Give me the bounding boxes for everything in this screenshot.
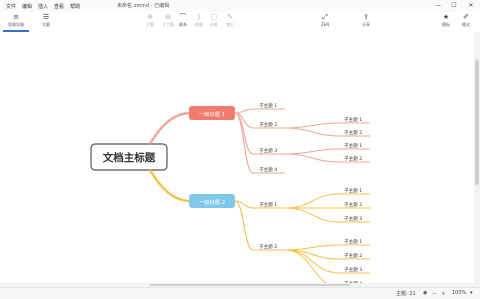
- leaf-connector: [284, 122, 341, 129]
- leaf-label: 子主题 3: [344, 215, 362, 222]
- leaf-connector: [284, 148, 341, 155]
- branch-2-label: 一级标题 2: [199, 198, 225, 206]
- zen-icon: ⤢: [322, 13, 328, 21]
- leaf-topic-2-2-1[interactable]: 子主题 1: [340, 238, 370, 246]
- subtopic-label: 子主题 2: [259, 243, 277, 250]
- brush-icon: ✐: [463, 13, 469, 21]
- subtopic-1-2[interactable]: 子主题 2: [253, 121, 285, 129]
- toolbar: ≡ 思维导图 ☰ 大纲 ⊕ 主题 ⊞ 子主题 ⌒ 联系 } 概要 ▢ 外框 ✎ …: [0, 12, 480, 33]
- leaf-topic-2-2-3[interactable]: 子主题 3: [340, 266, 370, 274]
- subtopic-label: 子主题 4: [259, 166, 277, 173]
- menu-view[interactable]: 查看: [54, 3, 64, 10]
- leaf-topic-1-3-2[interactable]: 子主题 2: [340, 155, 370, 163]
- leaf-label: 子主题 2: [344, 129, 362, 136]
- tab-outline[interactable]: ☰ 大纲: [34, 13, 58, 28]
- subtopic-label: 子主题 1: [259, 102, 277, 109]
- leaf-topic-2-2-2[interactable]: 子主题 2: [340, 252, 370, 260]
- vertical-scroll-thumb[interactable]: [475, 60, 479, 185]
- list-icon: ☰: [42, 13, 50, 21]
- leaf-label: 子主题 2: [344, 201, 362, 208]
- note-button[interactable]: ✎ 笔记: [218, 13, 242, 28]
- menu-insert[interactable]: 插入: [38, 3, 48, 10]
- leaf-connector: [284, 207, 341, 223]
- status-bar: 主题: 21 ◉ － ＋ 100% ▾: [0, 287, 480, 299]
- minimize-button[interactable]: —: [430, 0, 446, 12]
- leaf-label: 子主题 1: [344, 142, 362, 149]
- leaf-topic-2-1-2[interactable]: 子主题 2: [340, 201, 370, 209]
- branch-1-children: 子主题 1 子主题 2 子主题 1 子主题 2 子主题 3 子主题 1 子主题 2 子主题 4: [234, 102, 370, 174]
- zen-button[interactable]: ⤢ ZEN: [313, 13, 337, 28]
- menu-help[interactable]: 帮助: [70, 3, 80, 10]
- close-button[interactable]: ✕: [463, 0, 479, 12]
- central-topic[interactable]: 文档主标题: [90, 143, 168, 171]
- subtopic-2-2[interactable]: 子主题 2: [253, 243, 285, 251]
- leaf-topic-1-3-1[interactable]: 子主题 1: [340, 142, 370, 150]
- note-icon: ✎: [227, 13, 233, 21]
- branch-1-label: 一级标题 1: [199, 110, 225, 118]
- leaf-label: 子主题 1: [344, 187, 362, 194]
- branch-connector: [148, 169, 190, 203]
- outline-icon: ≡: [13, 13, 19, 21]
- branch-connector: [148, 111, 190, 145]
- subtopic-connector: [234, 112, 254, 174]
- mindmap-canvas[interactable]: 文档主标题 一级标题 1 子主题 1 子主题 2 子主题 1 子主题 2 子主题 3 子主…: [0, 32, 474, 288]
- zoom-level[interactable]: 100%: [452, 290, 466, 296]
- eye-icon[interactable]: ◉: [423, 290, 427, 296]
- subtopic-connector: [234, 112, 254, 155]
- maximize-button[interactable]: ☐: [446, 0, 462, 12]
- topic-count: 主题: 21: [396, 291, 416, 297]
- leaf-connector: [284, 153, 341, 163]
- branch-1-topic[interactable]: 一级标题 1: [189, 106, 235, 120]
- zoom-in-button[interactable]: ＋: [441, 290, 446, 297]
- subtopic-label: 子主题 1: [259, 201, 277, 208]
- leaf-topic-1-2-2[interactable]: 子主题 2: [340, 129, 370, 137]
- menu-edit[interactable]: 编辑: [22, 3, 32, 10]
- subtopic-1-4[interactable]: 子主题 4: [253, 166, 285, 174]
- mindmap: 文档主标题 一级标题 1 子主题 1子主题 2子主题 1子主题 2子主题 3子主…: [90, 102, 370, 288]
- leaf-label: 子主题 2: [344, 155, 362, 162]
- branch-2-children: 子主题 1 子主题 1 子主题 2 子主题 3 子主题 2 子主题 1 子主题 2 子主题 3…: [234, 187, 370, 288]
- leaf-connector: [284, 127, 341, 137]
- subtopic-label: 子主题 2: [259, 121, 277, 128]
- share-icon: ⇪: [363, 13, 369, 21]
- document-title: 未命名.xmind - 已编辑: [117, 3, 170, 9]
- leaf-connector: [284, 244, 341, 251]
- format-panel-button[interactable]: ✐ 格式: [454, 13, 478, 28]
- leaf-label: 子主题 3: [344, 266, 362, 273]
- subtopic-connector: [234, 108, 254, 114]
- tab-mindmap[interactable]: ≡ 思维导图: [4, 13, 28, 28]
- leaf-topic-2-1-1[interactable]: 子主题 1: [340, 187, 370, 195]
- leaf-topic-2-1-3[interactable]: 子主题 3: [340, 215, 370, 223]
- zoom-out-button[interactable]: －: [432, 290, 437, 297]
- horizontal-scroll-thumb[interactable]: [150, 284, 350, 286]
- leaf-topic-1-2-1[interactable]: 子主题 1: [340, 116, 370, 124]
- leaf-connector: [284, 193, 341, 209]
- central-topic-label: 文档主标题: [102, 151, 156, 164]
- subtopic-1-1[interactable]: 子主题 1: [253, 102, 285, 110]
- zoom-dropdown-icon[interactable]: ▾: [470, 290, 473, 296]
- menu-file[interactable]: 文件: [6, 3, 16, 10]
- share-button[interactable]: ⇪ 分享: [354, 13, 378, 28]
- leaf-label: 子主题 2: [344, 252, 362, 259]
- leaf-label: 子主题 1: [344, 238, 362, 245]
- branch-2-topic[interactable]: 一级标题 2: [189, 194, 235, 208]
- subtopic-label: 子主题 3: [259, 147, 277, 154]
- subtopic-2-1[interactable]: 子主题 1: [253, 201, 285, 209]
- leaf-label: 子主题 1: [344, 116, 362, 123]
- title-bar: 文件 编辑 插入 查看 帮助: [0, 0, 480, 12]
- subtopic-1-3[interactable]: 子主题 3: [253, 147, 285, 155]
- leaf-connector: [284, 249, 341, 274]
- subtopic-connector: [234, 200, 254, 251]
